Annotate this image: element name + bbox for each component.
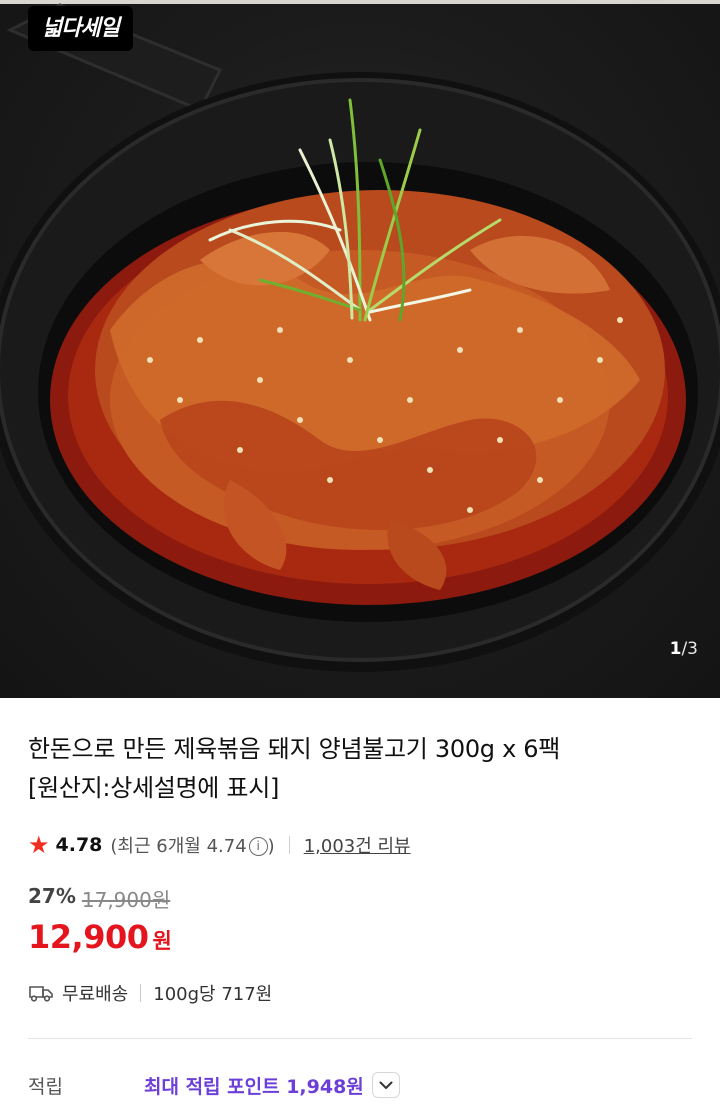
sale-badge-label: 넓다세일 [42,16,120,41]
star-icon: ★ [28,831,50,859]
original-price: 17,900원 [81,888,171,912]
unit-price: 100g당 717원 [153,984,273,1005]
truck-icon [29,986,53,1002]
product-title-line1: 한돈으로 만든 제육볶음 돼지 양념불고기 300g x 6팩 [28,735,561,763]
recent-rating-close: ) [267,836,275,857]
points-row: 적립 최대 적립 포인트 1,948원 [28,1070,692,1100]
section-divider [28,1038,692,1039]
chevron-down-icon [379,1081,393,1089]
currency-unit: 원 [152,929,172,953]
product-title: 한돈으로 만든 제육볶음 돼지 양념불고기 300g x 6팩 [원산지:상세설… [28,730,688,808]
product-title-line2: [원산지:상세설명에 표시] [28,774,280,802]
product-photo [0,3,720,672]
reviews-link[interactable]: 1,003건 리뷰 [304,832,411,858]
pager-current: 1 [669,639,682,659]
image-pager: 1/3 [670,636,698,662]
rating-score: 4.78 [55,834,103,856]
points-label: 적립 [28,1075,63,1098]
rating-row: ★ 4.78 (최근 6개월 4.74 i) 1,003건 리뷰 [28,830,411,860]
shipping-label: 무료배송 [62,984,129,1005]
shipping-row: 무료배송 100g당 717원 [28,980,272,1006]
recent-rating-text: (최근 6개월 4.74 [110,836,247,857]
price-row: 12,900 원 [28,918,172,956]
info-icon[interactable]: i [248,837,268,856]
sale-badge: 넓다세일 [28,6,133,51]
points-value[interactable]: 최대 적립 포인트 1,948원 [144,1072,364,1099]
recent-rating: (최근 6개월 4.74 i) [110,832,274,858]
discount-rate: 27% [28,884,76,908]
points-toggle-button[interactable] [371,1072,400,1098]
product-image-gallery[interactable]: 넓다세일 1/3 [0,0,720,698]
pager-total: 3 [687,639,698,659]
rating-divider [288,836,290,854]
discount-row: 27% 17,900원 [28,884,170,913]
shipping-divider [140,984,142,1002]
sale-price: 12,900 [28,918,149,956]
